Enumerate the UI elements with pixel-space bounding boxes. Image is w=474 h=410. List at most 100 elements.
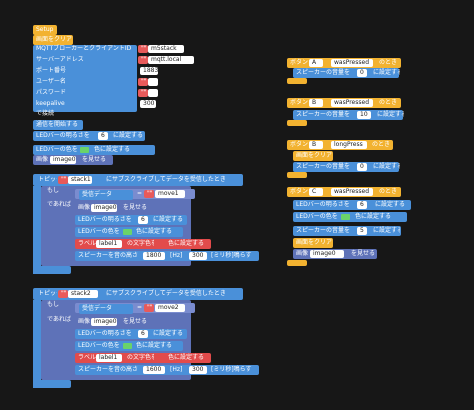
- topic2-ms: [ミリ秒]鳴らす: [211, 366, 252, 373]
- btn-c-event[interactable]: wasPressed: [331, 188, 373, 196]
- topic1-if-label: もし: [47, 187, 60, 194]
- btn-c-led-color-label: LEDバーの色を: [296, 213, 338, 220]
- topic1-input[interactable]: stack1: [68, 176, 92, 184]
- btn-b-prefix: ボタン: [290, 99, 309, 106]
- port-input[interactable]: 1883: [140, 67, 158, 75]
- topic1-move-input[interactable]: move1: [155, 190, 185, 198]
- topic2-label: トピック: [38, 290, 57, 297]
- topic1-color-set: 色に設定する: [136, 228, 173, 235]
- btn-a-event[interactable]: wasPressed: [331, 59, 373, 67]
- btn-c-led-brightness-label: LEDバーの明るさを: [296, 201, 350, 208]
- btn-blong-event[interactable]: longPress: [331, 141, 367, 149]
- topic1-led-swatch[interactable]: [123, 229, 132, 235]
- topic1-led-color-label: LEDバーの色を: [78, 228, 120, 235]
- btn-b-vol-input[interactable]: 10: [357, 111, 371, 119]
- broker-quote: "": [138, 45, 148, 53]
- image-select[interactable]: image0: [50, 156, 76, 164]
- topic2-if-label: もし: [47, 301, 60, 308]
- topic2-image-select[interactable]: image0: [91, 318, 117, 326]
- setup-hat[interactable]: Setup: [33, 25, 57, 35]
- topic2-led-input[interactable]: 6: [138, 330, 148, 338]
- port-label: ポート番号: [36, 67, 67, 74]
- btn-blong-footer: [287, 172, 307, 178]
- topic1-eq: =: [137, 190, 142, 197]
- topic1-suffix: にサブスクライブしてデータを受信したとき: [106, 176, 226, 183]
- topic2-move-input[interactable]: move2: [155, 304, 185, 312]
- topic1-led-brightness-label: LEDバーの明るさを: [78, 216, 132, 223]
- server-quote: "": [138, 56, 148, 64]
- topic2-led-brightness-label: LEDバーの明るさを: [78, 330, 132, 337]
- topic2-label-set: 色に設定する: [168, 354, 205, 361]
- topic2-speaker-label: スピーカーを音の高さ: [78, 366, 139, 373]
- btn-c-image-prefix: 画像: [296, 250, 309, 257]
- topic2-label-color-text: の文字色を: [127, 354, 154, 361]
- btn-a-vol-input[interactable]: 0: [357, 69, 367, 77]
- topic2-suffix: にサブスクライブしてデータを受信したとき: [106, 290, 226, 297]
- btn-a-set: に設定する: [373, 69, 400, 76]
- btn-c-color-set: 色に設定する: [355, 213, 392, 220]
- btn-b-footer: [287, 120, 307, 126]
- broker-input[interactable]: m5stack: [148, 45, 184, 53]
- pass-label: パスワード: [36, 89, 67, 96]
- btn-b-set: に設定する: [377, 111, 404, 118]
- topic1-label-set: 色に設定する: [168, 240, 205, 247]
- topic2-ms-input[interactable]: 300: [189, 366, 207, 374]
- topic2-recv: 受信データ: [79, 304, 133, 314]
- btn-a-prefix: ボタン: [290, 59, 309, 66]
- btn-blong-vol-input[interactable]: 0: [357, 163, 367, 171]
- led-color-label: LEDバーの色を: [36, 146, 78, 153]
- btn-b-suffix: のとき: [379, 99, 398, 106]
- btn-c-led-input[interactable]: 6: [357, 201, 367, 209]
- topic2-then-label: であれば: [47, 316, 71, 323]
- keepalive-label: keepalive: [36, 100, 65, 107]
- topic2-hz-input[interactable]: 1600: [143, 366, 165, 374]
- led-brightness-input[interactable]: 6: [98, 132, 108, 140]
- user-quote: "": [138, 78, 148, 86]
- btn-a-select[interactable]: A: [309, 59, 323, 67]
- topic1-recv: 受信データ: [79, 190, 133, 200]
- btn-c-volume-label: スピーカーの音量を: [296, 227, 351, 234]
- topic2-led-color-label: LEDバーの色を: [78, 342, 120, 349]
- topic1-ms-input[interactable]: 300: [189, 252, 207, 260]
- keepalive-input[interactable]: 300: [140, 100, 156, 108]
- topic2-input[interactable]: stack2: [68, 290, 98, 298]
- topic1-led-set: に設定する: [153, 216, 184, 223]
- topic2-hz: [Hz]: [170, 366, 183, 373]
- topic2-led-set: に設定する: [153, 330, 184, 337]
- pass-input[interactable]: [148, 89, 158, 97]
- topic1-label-color-text: の文字色を: [127, 240, 154, 247]
- topic2-led-swatch[interactable]: [123, 343, 132, 349]
- btn-b-event[interactable]: wasPressed: [331, 99, 373, 107]
- topic1-hz-input[interactable]: 1800: [143, 252, 165, 260]
- user-input[interactable]: [148, 78, 158, 86]
- btn-c-clear[interactable]: 画面をクリア: [293, 238, 333, 248]
- btn-blong-select[interactable]: B: [309, 141, 323, 149]
- topic1-led-input[interactable]: 6: [138, 216, 148, 224]
- show-label: を見せる: [82, 156, 107, 163]
- btn-c-footer: [287, 260, 307, 266]
- btn-c-select[interactable]: C: [309, 188, 323, 196]
- btn-c-led-set: に設定する: [375, 201, 406, 208]
- led-brightness-label: LEDバーの明るさを: [36, 132, 90, 139]
- btn-blong-volume-label: スピーカーの音量を: [296, 163, 351, 170]
- start-comm-block[interactable]: 通信を開始する: [33, 120, 83, 130]
- topic1-label: トピック: [38, 176, 57, 183]
- image-prefix: 画像: [36, 156, 49, 163]
- led-color-swatch[interactable]: [80, 147, 89, 153]
- btn-blong-set: に設定する: [373, 163, 400, 170]
- btn-blong-suffix: のとき: [372, 141, 391, 148]
- topic2-label-select[interactable]: label1: [96, 354, 122, 362]
- btn-b-volume-label: スピーカーの音量を: [296, 111, 351, 118]
- btn-c-image-select[interactable]: image0: [310, 250, 344, 258]
- btn-c-vol-input[interactable]: 5: [357, 227, 367, 235]
- topic1-label-select[interactable]: label1: [96, 240, 122, 248]
- btn-blong-clear[interactable]: 画面をクリア: [293, 151, 333, 161]
- btn-b-select[interactable]: B: [309, 99, 323, 107]
- server-input[interactable]: mqtt.local: [148, 56, 194, 64]
- topic1-then-label: であれば: [47, 201, 71, 208]
- btn-c-show: を見せる: [351, 250, 376, 257]
- topic1-image-select[interactable]: image0: [91, 204, 117, 212]
- btn-c-led-swatch[interactable]: [341, 214, 350, 220]
- btn-c-suffix: のとき: [379, 188, 398, 195]
- topic1-spine: [33, 186, 41, 274]
